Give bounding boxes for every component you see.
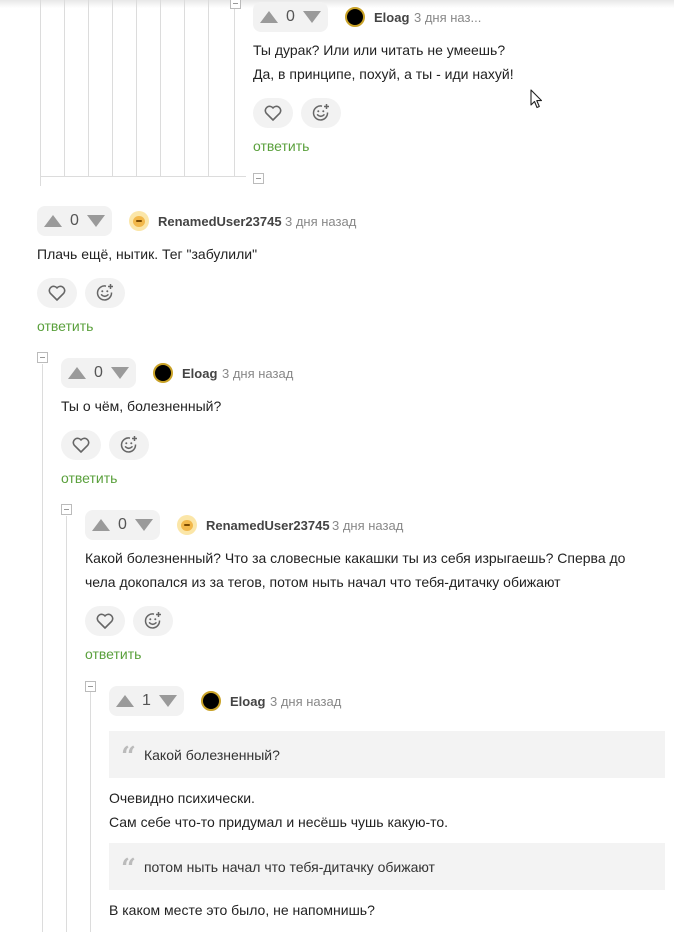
mouse-pointer-icon [530,89,543,109]
comment-time[interactable]: 3 дня назад [285,214,356,229]
upvote-triangle-icon[interactable] [68,367,86,379]
comment-text-line: Ты о чём, болезненный? [61,398,222,414]
comment-author[interactable]: RenamedUser23745 [206,518,330,533]
reply-link[interactable]: ответить [253,138,309,154]
rating-control: 0 [85,510,160,540]
comment-text-line: Да, в принципе, похуй, а ты - иди нахуй! [253,66,514,82]
thread-line [112,0,113,176]
rating-value: 1 [142,692,151,709]
rating-control: 1 [109,686,184,716]
comment-text-line: Сам себе что-то придумал и несёшь чушь к… [109,814,449,830]
comment-time[interactable]: 3 дня наз... [414,10,481,25]
reply-link[interactable]: ответить [37,318,93,334]
reply-link[interactable]: ответить [61,470,117,486]
quote-mark-icon: “ [121,741,136,772]
comment-text-line: чела докопался из за тегов, потом ныть н… [85,574,561,590]
comment-author[interactable]: Eloag [230,694,265,709]
thread-line [208,0,209,176]
add-reaction-smiley-icon [120,436,137,453]
rating-value: 0 [94,364,103,381]
like-button[interactable] [61,430,101,460]
comment-time[interactable]: 3 дня назад [332,518,403,533]
add-reaction-smiley-icon [312,104,329,121]
upvote-triangle-icon[interactable] [92,519,110,531]
reply-link[interactable]: ответить [85,646,141,662]
comment-text-line: Ты дурак? Или или читать не умеешь? [253,42,506,58]
rating-value: 0 [70,212,79,229]
rating-value: 0 [286,8,295,25]
comment-time[interactable]: 3 дня назад [270,694,341,709]
thread-line [184,0,185,176]
heart-icon [264,105,282,121]
comment-text-line: Очевидно психически. [109,790,255,806]
thread-line [40,176,246,177]
rating-control: 0 [37,206,112,236]
collapse-minus-icon[interactable] [85,681,96,692]
quote-text: потом ныть начал что тебя-дитачку обижаю… [143,858,435,875]
add-reaction-button[interactable] [301,98,341,128]
thread-line [90,692,91,932]
thread-line [160,0,161,176]
avatar[interactable] [177,515,197,535]
thread-line [66,516,67,932]
quote-mark-icon: “ [121,853,136,884]
like-button[interactable] [253,98,293,128]
heart-icon [48,285,66,301]
quote-text: Какой болезненный? [143,746,280,763]
comment-author[interactable]: Eloag [374,10,409,25]
add-reaction-button[interactable] [109,430,149,460]
add-reaction-button[interactable] [133,606,173,636]
collapse-minus-icon[interactable] [37,352,48,363]
like-button[interactable] [85,606,125,636]
avatar[interactable] [153,363,173,383]
collapse-minus-icon[interactable] [61,504,72,515]
rating-value: 0 [118,516,127,533]
downvote-triangle-icon[interactable] [111,367,129,379]
comment-author[interactable]: Eloag [182,366,217,381]
avatar[interactable] [129,211,149,231]
thread-line [136,0,137,176]
comment-text-line: Плачь ещё, нытик. Тег "забулили" [37,246,258,262]
heart-icon [96,613,114,629]
thread-line [40,0,41,186]
downvote-triangle-icon[interactable] [159,695,177,707]
quote-block: “ потом ныть начал что тебя-дитачку обиж… [109,843,665,890]
like-button[interactable] [37,278,77,308]
add-reaction-button[interactable] [85,278,125,308]
avatar[interactable] [201,691,221,711]
top-scroll-shadow [0,0,674,8]
collapse-minus-icon[interactable] [253,173,264,184]
upvote-triangle-icon[interactable] [116,695,134,707]
heart-icon [72,437,90,453]
add-reaction-smiley-icon [144,612,161,629]
downvote-triangle-icon[interactable] [303,11,321,23]
collapse-minus-icon[interactable] [230,0,241,9]
comment-author[interactable]: RenamedUser23745 [158,214,282,229]
upvote-triangle-icon[interactable] [260,11,278,23]
quote-block: “ Какой болезненный? [109,731,665,778]
rating-control: 0 [253,2,328,32]
downvote-triangle-icon[interactable] [87,215,105,227]
thread-line [234,0,235,176]
comment-text-line: Какой болезненный? Что за словесные кака… [85,550,626,566]
comment-time[interactable]: 3 дня назад [222,366,293,381]
avatar[interactable] [345,7,365,27]
thread-line [42,364,43,932]
rating-control: 0 [61,358,136,388]
add-reaction-smiley-icon [96,284,113,301]
upvote-triangle-icon[interactable] [44,215,62,227]
thread-line [88,0,89,176]
downvote-triangle-icon[interactable] [135,519,153,531]
thread-line [64,0,65,176]
comment-text-line: В каком месте это было, не напомнишь? [109,902,375,918]
